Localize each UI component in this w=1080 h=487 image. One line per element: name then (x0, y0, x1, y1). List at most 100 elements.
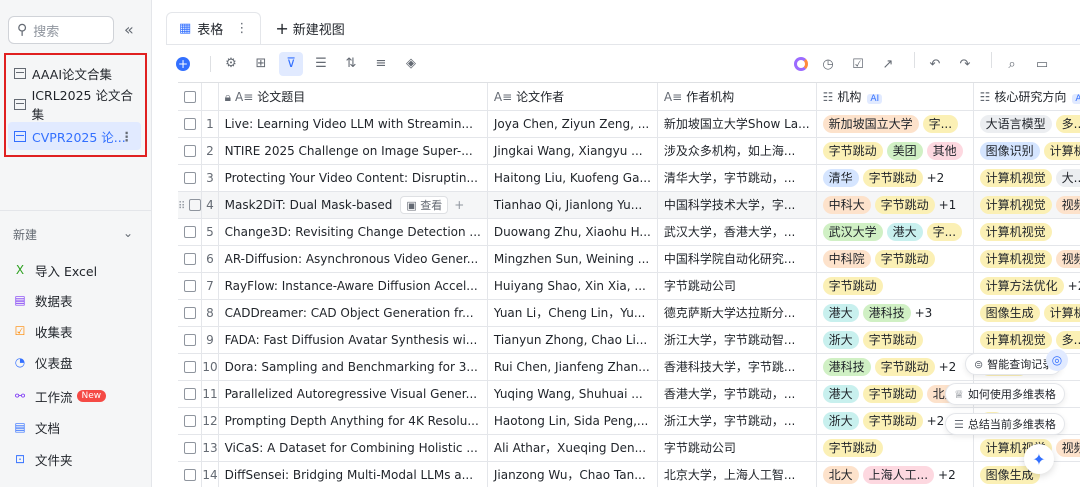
sidebar-menu-excel[interactable]: X 导入 Excel (13, 259, 97, 281)
cell-institution[interactable]: 武汉大学，香港大学，... (657, 218, 817, 246)
row-checkbox[interactable] (183, 172, 196, 184)
row-checkbox-cell[interactable] (178, 218, 203, 246)
cell-direction[interactable]: 计算机视觉视频生成 (973, 245, 1080, 273)
cell-institution[interactable]: 字节跳动公司 (657, 434, 817, 462)
ai-spark-icon[interactable]: ✦ (1024, 444, 1054, 474)
row-checkbox-cell[interactable] (178, 326, 203, 354)
sidebar-menu-doc[interactable]: ▤ 文档 (13, 416, 60, 438)
column-header-institution[interactable]: A≡ 作者机构 (657, 83, 817, 111)
cell-institution[interactable]: 北京大学，上海人工智... (657, 461, 817, 487)
cell-institution[interactable]: 字节跳动公司 (657, 272, 817, 300)
row-checkbox-cell[interactable]: ⠿ (178, 191, 203, 219)
cell-orgs[interactable]: 字节跳动 美团 其他 (816, 137, 974, 165)
cell-institution[interactable]: 清华大学，字节跳动，... (657, 164, 817, 192)
cell-title[interactable]: CADDreamer: CAD Object Generation fr... (218, 299, 488, 327)
cell-title[interactable]: FADA: Fast Diffusion Avatar Synthesis wi… (218, 326, 488, 354)
cell-authors[interactable]: Haotong Lin, Sida Peng,... (487, 407, 658, 435)
table-row[interactable]: 2 NTIRE 2025 Challenge on Image Super-...… (178, 137, 1080, 165)
share-icon[interactable]: ↗ (876, 52, 900, 76)
sidebar-table-icrl2025[interactable]: ICRL2025 论文合集 (8, 88, 141, 122)
sidebar-menu-dashboard[interactable]: ◔ 仪表盘 (13, 351, 73, 373)
summarize-button[interactable]: ☰ 总结当前多维表格 (945, 413, 1065, 435)
cell-title[interactable]: Prompting Depth Anything for 4K Resolu..… (218, 407, 488, 435)
cell-orgs[interactable]: 中科院 字节跳动 (816, 245, 974, 273)
row-checkbox[interactable] (183, 145, 196, 157)
sidebar-table-cvpr2025[interactable]: CVPR2025 论... ⋮ (8, 122, 141, 150)
row-checkbox[interactable] (183, 118, 196, 130)
cell-institution[interactable]: 浙江大学，字节跳动智... (657, 326, 817, 354)
cell-authors[interactable]: Tianhao Qi, Jianlong Yu... (487, 191, 658, 219)
cell-title[interactable]: NTIRE 2025 Challenge on Image Super-... (218, 137, 488, 165)
row-checkbox-cell[interactable] (178, 272, 203, 300)
sort-icon[interactable]: ⇅ (339, 52, 363, 76)
cell-orgs[interactable]: 港大 港科技 +3 (816, 299, 974, 327)
row-checkbox[interactable] (183, 253, 196, 265)
cell-authors[interactable]: Duowang Zhu, Xiaohu H... (487, 218, 658, 246)
row-checkbox[interactable] (183, 442, 196, 454)
table-row[interactable]: 9 FADA: Fast Diffusion Avatar Synthesis w… (178, 326, 1080, 354)
cell-title[interactable]: Change3D: Revisiting Change Detection ..… (218, 218, 488, 246)
cell-institution[interactable]: 中国科学院自动化研究... (657, 245, 817, 273)
cell-authors[interactable]: Haitong Liu, Kuofeng Ga... (487, 164, 658, 192)
row-checkbox-cell[interactable] (178, 407, 203, 435)
row-checkbox[interactable] (183, 415, 196, 427)
row-height-icon[interactable]: ≡ (369, 52, 393, 76)
table-row[interactable]: 10 Dora: Sampling and Benchmarking for 3.… (178, 353, 1080, 381)
cell-institution[interactable]: 浙江大学，字节跳动，... (657, 407, 817, 435)
row-checkbox[interactable] (183, 334, 196, 346)
cell-authors[interactable]: Tianyun Zhong, Chao Li... (487, 326, 658, 354)
cell-direction[interactable]: 图像识别计算机视觉 (973, 137, 1080, 165)
ai-chat-icon[interactable]: ◎ (1046, 349, 1068, 371)
add-icon[interactable]: + (454, 198, 464, 212)
cell-institution[interactable]: 涉及众多机构，如上海... (657, 137, 817, 165)
sidebar-menu-workflow[interactable]: ⚯ 工作流 New (13, 385, 107, 407)
tab-table[interactable]: ▦ 表格 ⋮ (166, 12, 262, 44)
cell-title[interactable]: RayFlow: Instance-Aware Diffusion Accel.… (218, 272, 488, 300)
cell-title[interactable]: Mask2DiT: Dual Mask-based ▣ 查看 + (218, 191, 488, 219)
table-row[interactable]: 8 CADDreamer: CAD Object Generation fr...… (178, 299, 1080, 327)
row-checkbox-cell[interactable] (178, 380, 203, 408)
cell-orgs[interactable]: 新加坡国立大学 字... (816, 110, 974, 138)
column-header-title[interactable]: 🔒︎ A≡ 论文题目 (218, 83, 488, 111)
cell-direction[interactable]: 计算机视觉大...+1 (973, 164, 1080, 192)
cell-orgs[interactable]: 港科技 字节跳动 +2 (816, 353, 974, 381)
cell-title[interactable]: AR-Diffusion: Asynchronous Video Gener..… (218, 245, 488, 273)
row-checkbox[interactable] (183, 361, 196, 373)
add-record-button[interactable]: + (176, 56, 190, 71)
cell-orgs[interactable]: 字节跳动 (816, 434, 974, 462)
cell-direction[interactable]: 计算机视觉视频生成 (973, 191, 1080, 219)
sidebar-menu-form[interactable]: ☑ 收集表 (13, 320, 73, 342)
row-checkbox[interactable] (183, 469, 196, 481)
cell-title[interactable]: Dora: Sampling and Benchmarking for 3... (218, 353, 488, 381)
row-checkbox[interactable] (183, 226, 196, 238)
cell-title[interactable]: Live: Learning Video LLM with Streamin..… (218, 110, 488, 138)
row-checkbox[interactable] (183, 388, 196, 400)
search-input[interactable]: ⚲ 搜索 (8, 16, 114, 44)
table-row[interactable]: 5 Change3D: Revisiting Change Detection .… (178, 218, 1080, 246)
table-row[interactable]: 3 Protecting Your Video Content: Disrupti… (178, 164, 1080, 192)
check-icon[interactable]: ☑ (846, 52, 870, 76)
column-header-authors[interactable]: A≡ 论文作者 (487, 83, 658, 111)
new-section-header[interactable]: 新建 ⌄ (13, 226, 133, 243)
table-row[interactable]: 13 ViCaS: A Dataset for Combining Holisti… (178, 434, 1080, 462)
cell-authors[interactable]: Rui Chen, Jianfeng Zhan... (487, 353, 658, 381)
cell-orgs[interactable]: 武汉大学 港大 字... (816, 218, 974, 246)
row-checkbox-cell[interactable] (178, 461, 203, 487)
cell-orgs[interactable]: 北大 上海人工... +2 (816, 461, 974, 487)
cell-orgs[interactable]: 中科大 字节跳动 +1 (816, 191, 974, 219)
sidebar-menu-datatable[interactable]: ▤ 数据表 (13, 289, 72, 311)
drag-handle-icon[interactable]: ⠿ (178, 201, 185, 212)
redo-icon[interactable]: ↷ (953, 52, 977, 76)
cell-direction[interactable]: 大语言模型多...+1 (973, 110, 1080, 138)
cell-institution[interactable]: 香港科技大学，字节跳... (657, 353, 817, 381)
cell-direction[interactable]: 计算机视觉多...+1 (973, 326, 1080, 354)
new-view-button[interactable]: + 新建视图 (275, 12, 344, 44)
sidebar-table-aaai[interactable]: AAAI论文合集 (8, 59, 141, 87)
cell-authors[interactable]: Mingzhen Sun, Weining ... (487, 245, 658, 273)
cell-title[interactable]: Protecting Your Video Content: Disruptin… (218, 164, 488, 192)
comment-icon[interactable]: ▭ (1030, 52, 1054, 76)
filter-icon[interactable]: ⊽ (279, 51, 303, 76)
column-header-orgs[interactable]: ☷ 机构 AI (816, 83, 974, 111)
settings-icon[interactable]: ⚙ (219, 52, 243, 76)
table-row[interactable]: 6 AR-Diffusion: Asynchronous Video Gener.… (178, 245, 1080, 273)
